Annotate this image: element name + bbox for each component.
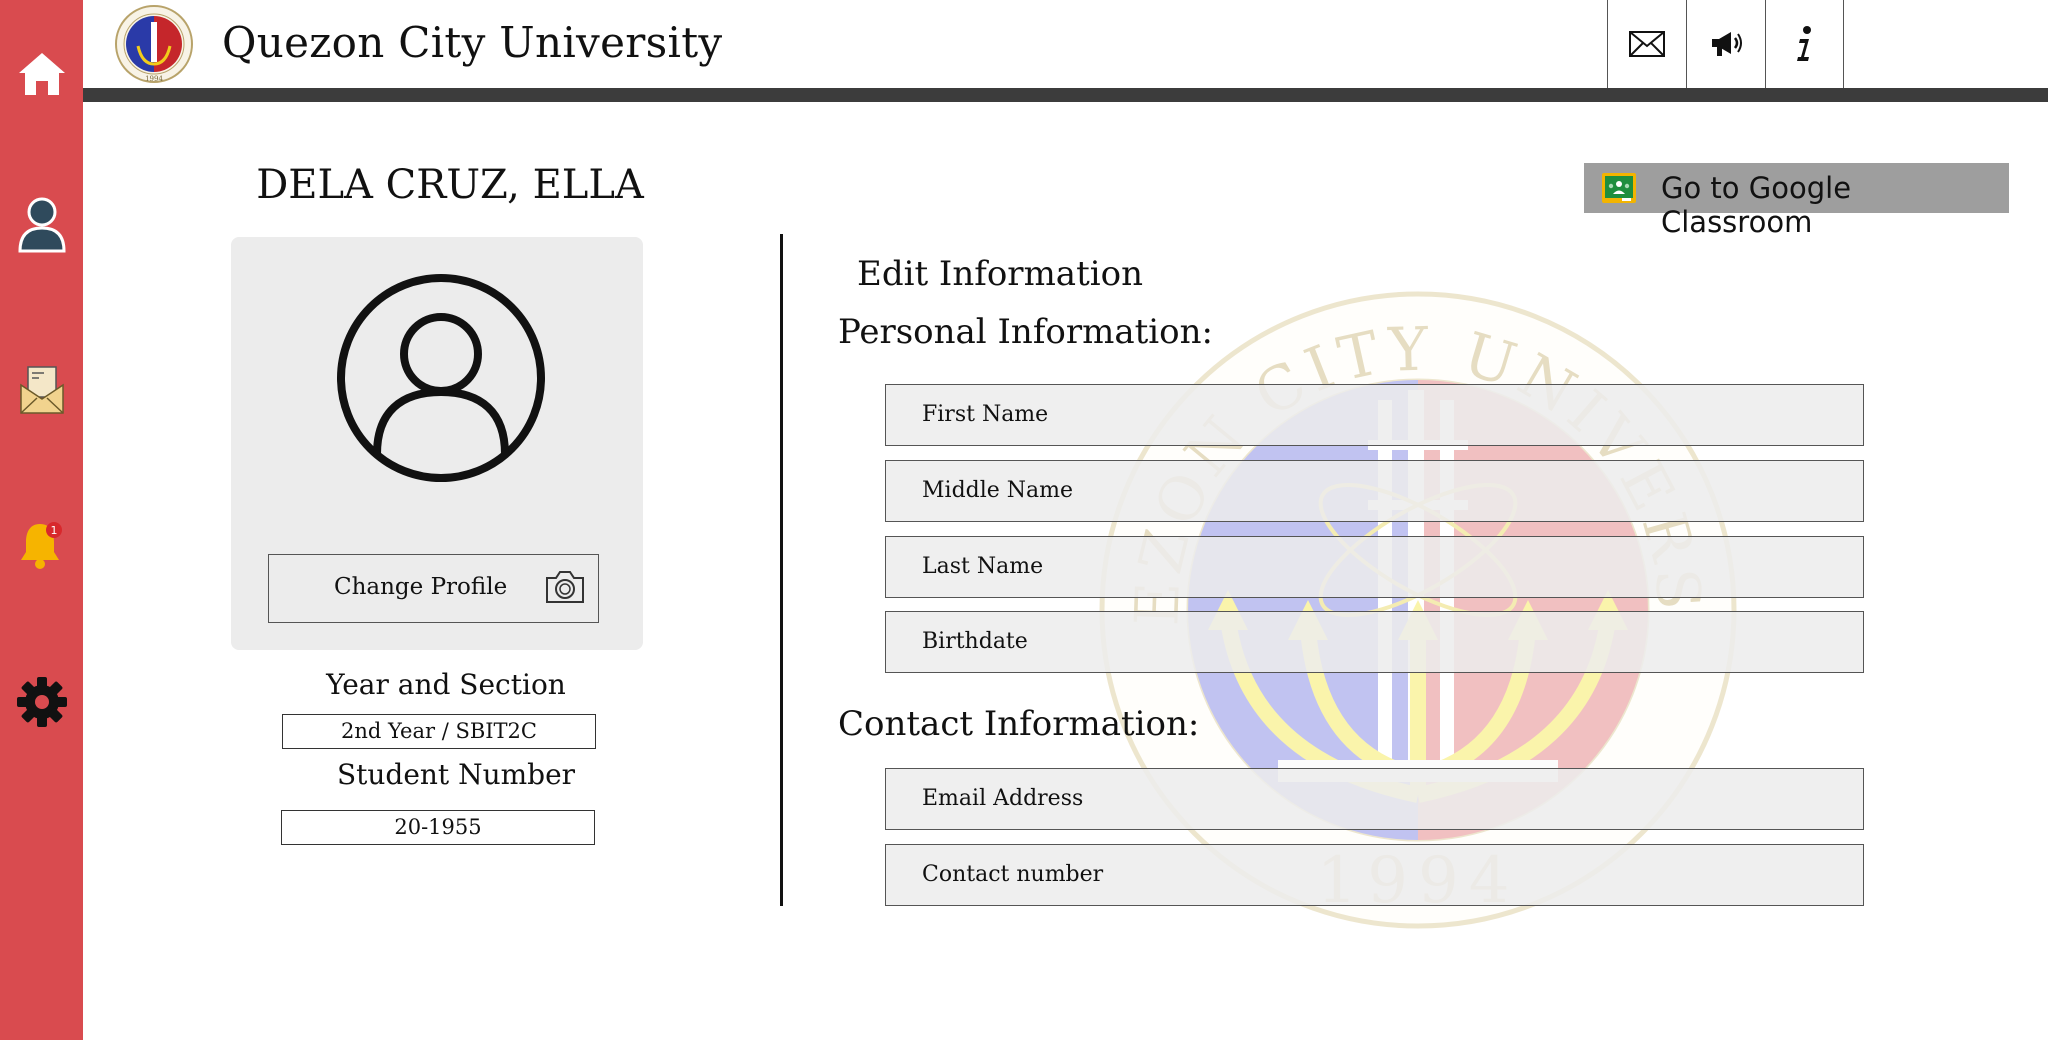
year-section-label: Year and Section: [326, 668, 566, 701]
envelope-letter-icon: [19, 366, 64, 414]
sidebar-item-messages[interactable]: [0, 348, 83, 432]
sidebar-item-settings[interactable]: [0, 660, 83, 744]
home-icon: [18, 53, 65, 95]
change-profile-label: Change Profile: [334, 574, 508, 600]
google-classroom-label: Go to Google Classroom: [1661, 171, 1852, 239]
google-classroom-button[interactable]: Go to Google Classroom: [1584, 163, 2009, 239]
last-name-field[interactable]: Last Name: [885, 536, 1864, 598]
sidebar-item-home[interactable]: [0, 32, 83, 116]
camera-icon: [546, 571, 584, 603]
university-logo: 1994: [115, 5, 193, 83]
svg-text:1994: 1994: [145, 75, 163, 83]
middle-name-field[interactable]: Middle Name: [885, 460, 1864, 522]
mail-icon: [1629, 31, 1665, 57]
topbar-mail-button[interactable]: [1607, 0, 1686, 88]
info-icon: [1796, 26, 1811, 61]
birthdate-field[interactable]: Birthdate: [885, 611, 1864, 673]
contact-information-heading: Contact Information:: [838, 704, 1200, 744]
sidebar-item-profile[interactable]: [0, 182, 83, 266]
top-toolbar: [1607, 0, 1844, 88]
sidebar-item-notifications[interactable]: 1: [0, 502, 83, 586]
contact-number-field[interactable]: Contact number: [885, 844, 1864, 906]
student-number-value: 20-1955: [281, 810, 595, 845]
svg-text:1: 1: [50, 524, 57, 537]
column-divider: [780, 234, 783, 906]
student-name: DELA CRUZ, ELLA: [256, 162, 644, 208]
app-title: Quezon City University: [222, 18, 723, 67]
personal-information-heading: Personal Information:: [838, 312, 1213, 352]
bell-icon: 1: [20, 522, 62, 569]
gear-icon: [16, 677, 67, 727]
first-name-field[interactable]: First Name: [885, 384, 1864, 446]
megaphone-icon: [1712, 32, 1742, 56]
header-divider-bar: [83, 88, 2048, 102]
student-number-label: Student Number: [336, 758, 576, 791]
profile-picture-card: Change Profile: [231, 237, 643, 650]
user-icon: [17, 197, 66, 253]
topbar-announcements-button[interactable]: [1686, 0, 1765, 88]
avatar-placeholder-icon: [337, 274, 545, 482]
edit-information-title: Edit Information: [857, 254, 1143, 294]
google-classroom-icon: [1602, 173, 1636, 203]
sidebar: 1: [0, 0, 83, 1040]
email-address-field[interactable]: Email Address: [885, 768, 1864, 830]
topbar-info-button[interactable]: [1765, 0, 1844, 88]
change-profile-button[interactable]: Change Profile: [268, 554, 599, 623]
year-section-value: 2nd Year / SBIT2C: [282, 714, 596, 749]
